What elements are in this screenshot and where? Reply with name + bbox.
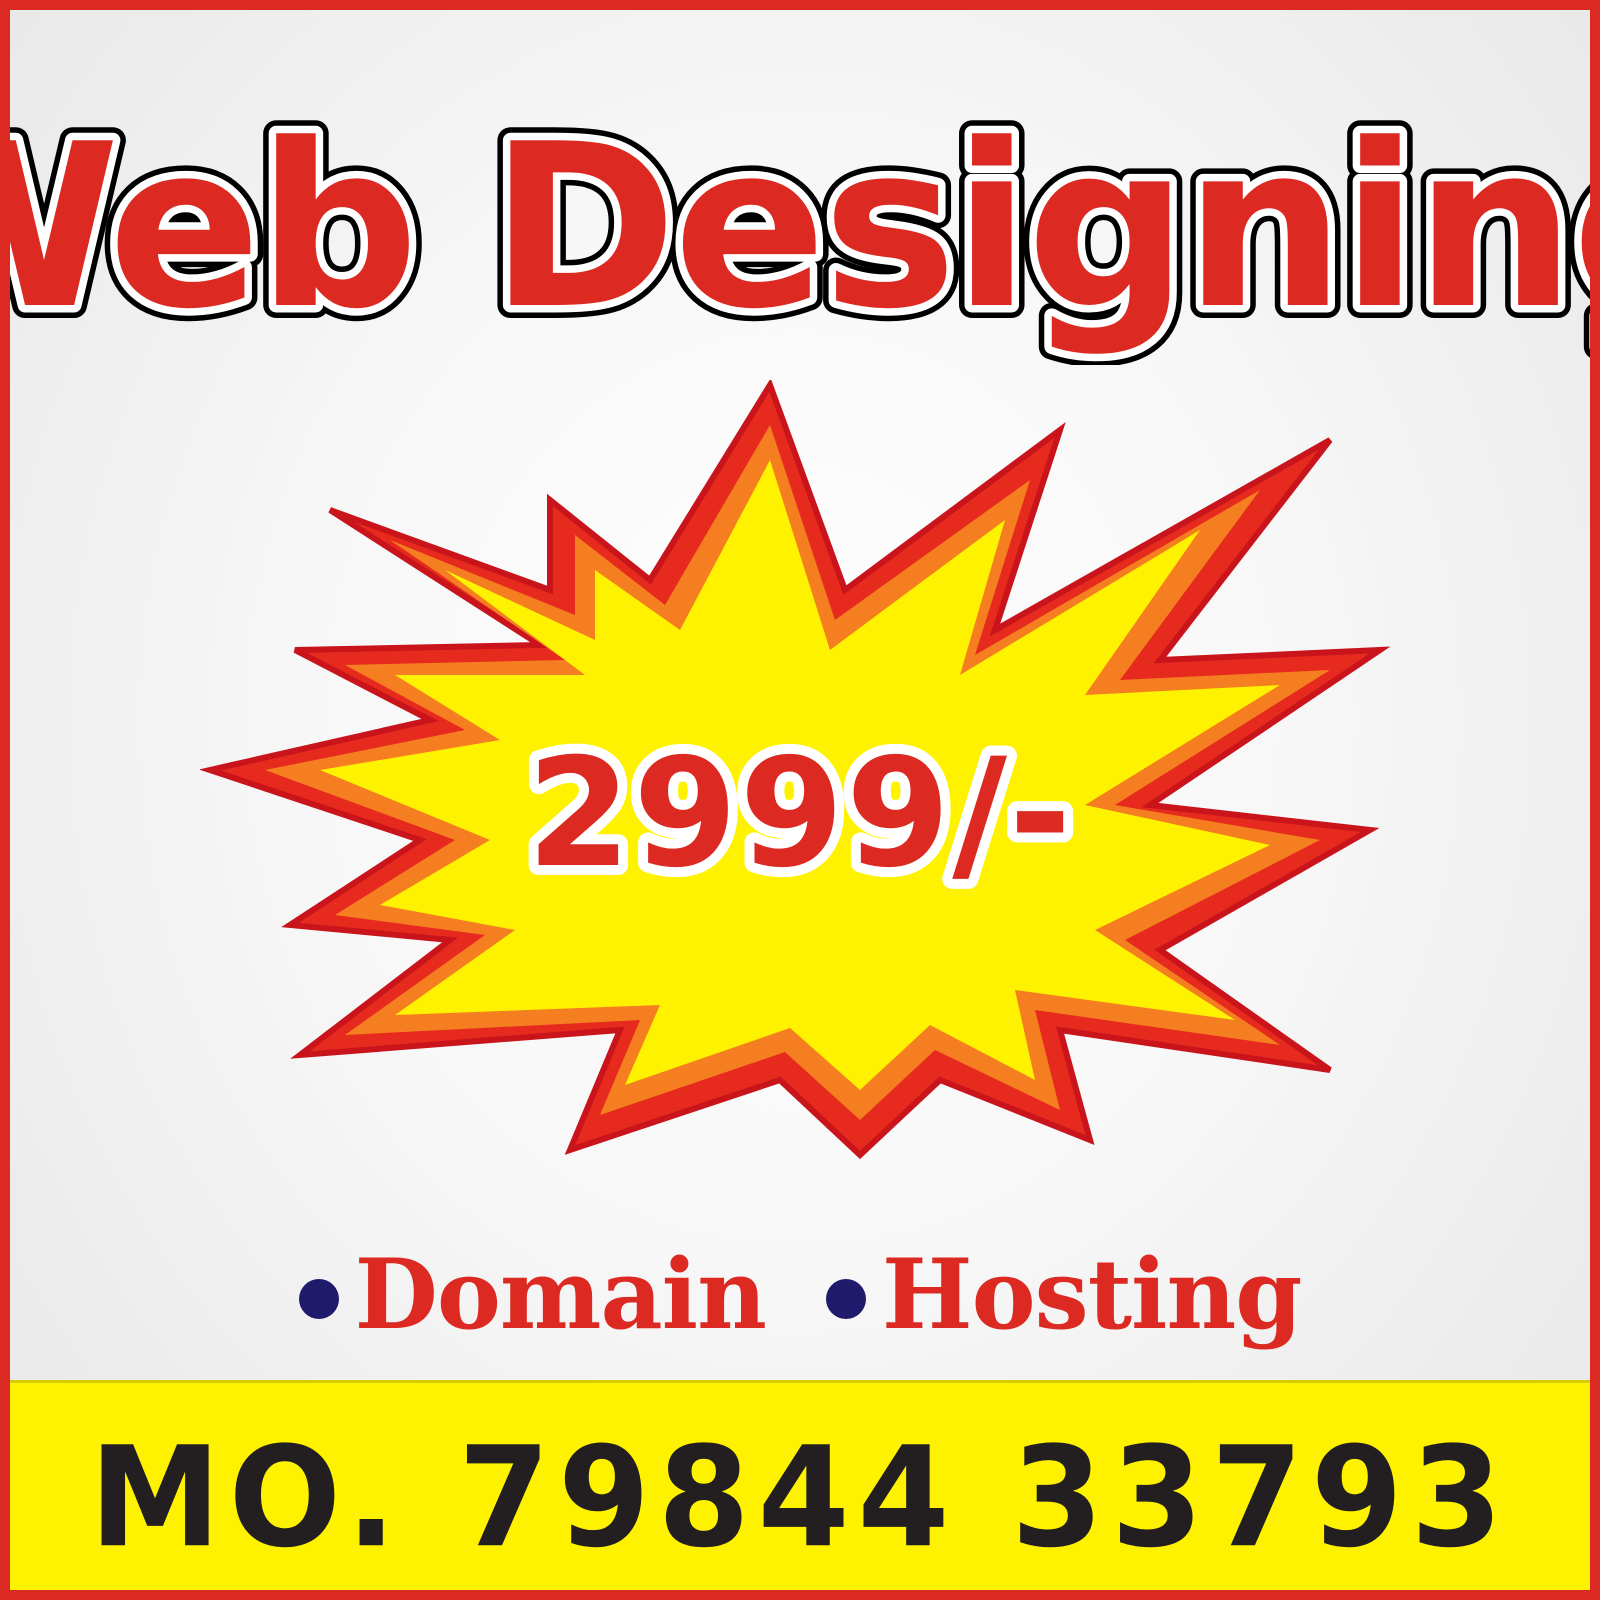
- service-label-hosting: Hosting: [881, 1238, 1303, 1351]
- service-item-domain: Domain: [298, 1238, 767, 1351]
- service-label-domain: Domain: [354, 1238, 767, 1351]
- headline-text: Web Designing: [10, 105, 1590, 359]
- poster: Web Designing Web Designing Web Designin…: [0, 0, 1600, 1600]
- headline: Web Designing Web Designing Web Designin…: [10, 105, 1590, 365]
- starburst-graphic: 2999/- 2999/-: [200, 380, 1391, 1160]
- contact-bar: MO. 79844 33793: [10, 1380, 1590, 1590]
- price-text: 2999/-: [527, 727, 1074, 901]
- bullet-icon: [825, 1279, 866, 1319]
- headline-graphic: Web Designing Web Designing Web Designin…: [10, 105, 1590, 365]
- services-list: Domain Hosting: [10, 1240, 1590, 1350]
- price-starburst: 2999/- 2999/-: [200, 380, 1400, 1160]
- service-item-hosting: Hosting: [825, 1238, 1303, 1351]
- contact-number: MO. 79844 33793: [89, 1417, 1511, 1579]
- bullet-icon: [298, 1279, 339, 1319]
